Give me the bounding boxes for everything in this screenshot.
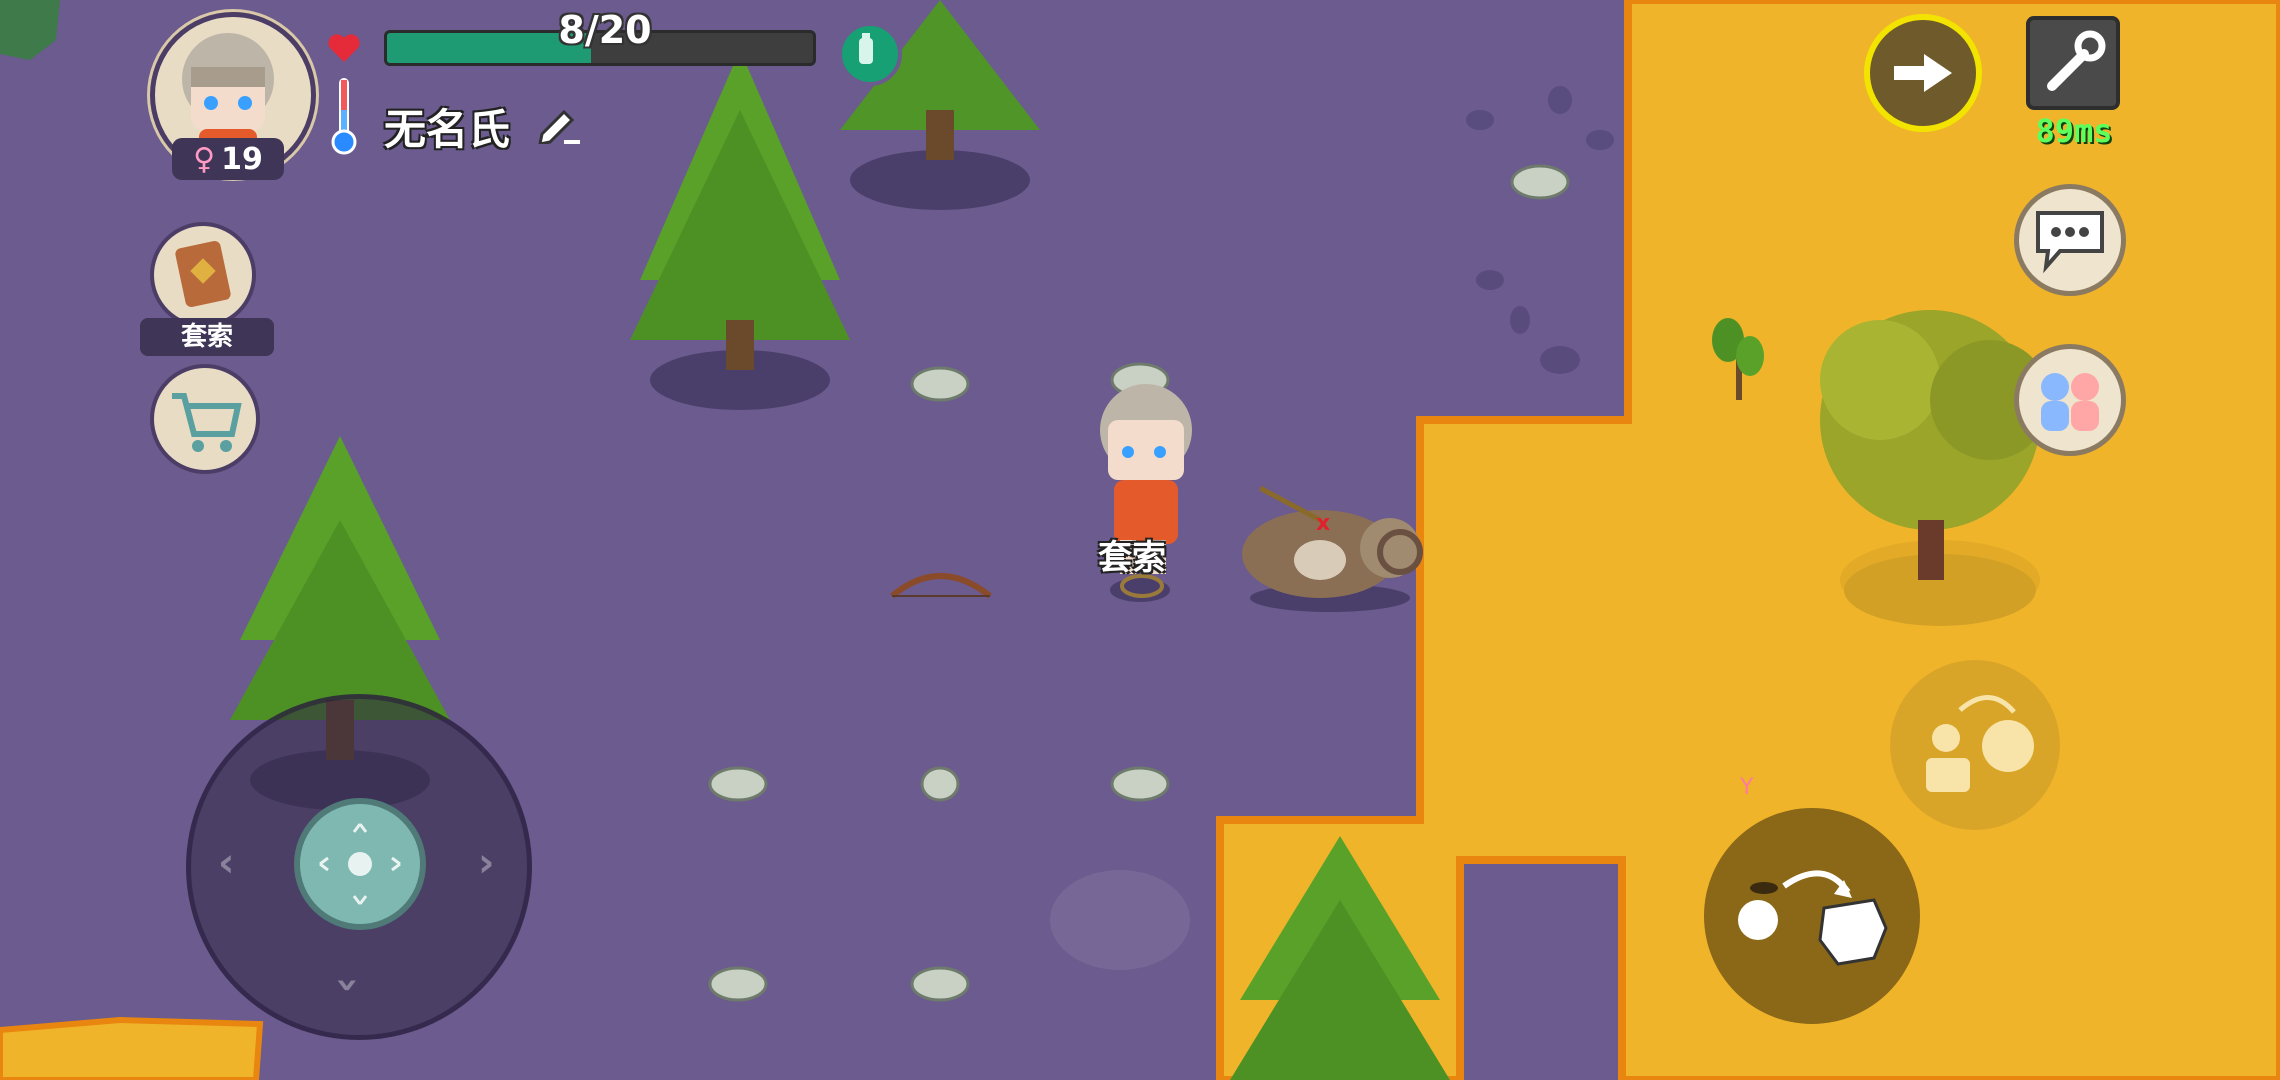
svg-text:Y: Y	[1739, 775, 1754, 800]
age-value: 19	[221, 141, 263, 177]
give-item-button[interactable]	[1890, 660, 2060, 830]
family-icon	[2041, 373, 2099, 431]
svg-text:x: x	[1316, 511, 1330, 536]
chat-bubble-icon	[2036, 211, 2104, 274]
joystick-left-icon: ‹	[218, 840, 235, 886]
ping-readout: 89ms	[2035, 112, 2113, 150]
family-button[interactable]	[2014, 344, 2126, 456]
exit-button[interactable]	[1864, 14, 1982, 132]
joystick-right-icon: ›	[478, 840, 495, 886]
shop-button[interactable]	[150, 364, 260, 474]
equipped-tool-label: 套索	[140, 318, 274, 356]
desert-strip-left	[0, 1016, 264, 1080]
joystick-thumb[interactable]	[294, 798, 426, 930]
give-hand-icon	[1926, 695, 2034, 792]
arrow-right-icon	[1894, 54, 1952, 92]
gender-female-icon: ♀	[193, 141, 216, 177]
player-name: 无名氏	[384, 105, 511, 154]
throw-button[interactable]	[1704, 808, 1920, 1024]
dropped-item-label: 套索	[1098, 538, 1166, 578]
health-text: 8/20	[558, 8, 652, 52]
thermometer-icon	[331, 78, 357, 155]
water-bottle-icon[interactable]	[838, 22, 902, 86]
joystick-down-icon: ›	[325, 976, 372, 994]
heart-icon	[328, 34, 360, 62]
bush-tree-desert	[1820, 310, 2050, 626]
shopping-cart-icon	[172, 393, 242, 452]
equipped-tool-slot[interactable]	[150, 222, 256, 328]
lasso-icon	[175, 240, 231, 308]
settings-button[interactable]	[2026, 16, 2120, 110]
chat-button[interactable]	[2014, 184, 2126, 296]
wrench-icon	[2047, 30, 2106, 91]
age-badge: ♀ 19	[172, 138, 284, 180]
edit-pencil-icon[interactable]	[536, 100, 582, 144]
throw-hand-icon	[1738, 870, 1888, 966]
